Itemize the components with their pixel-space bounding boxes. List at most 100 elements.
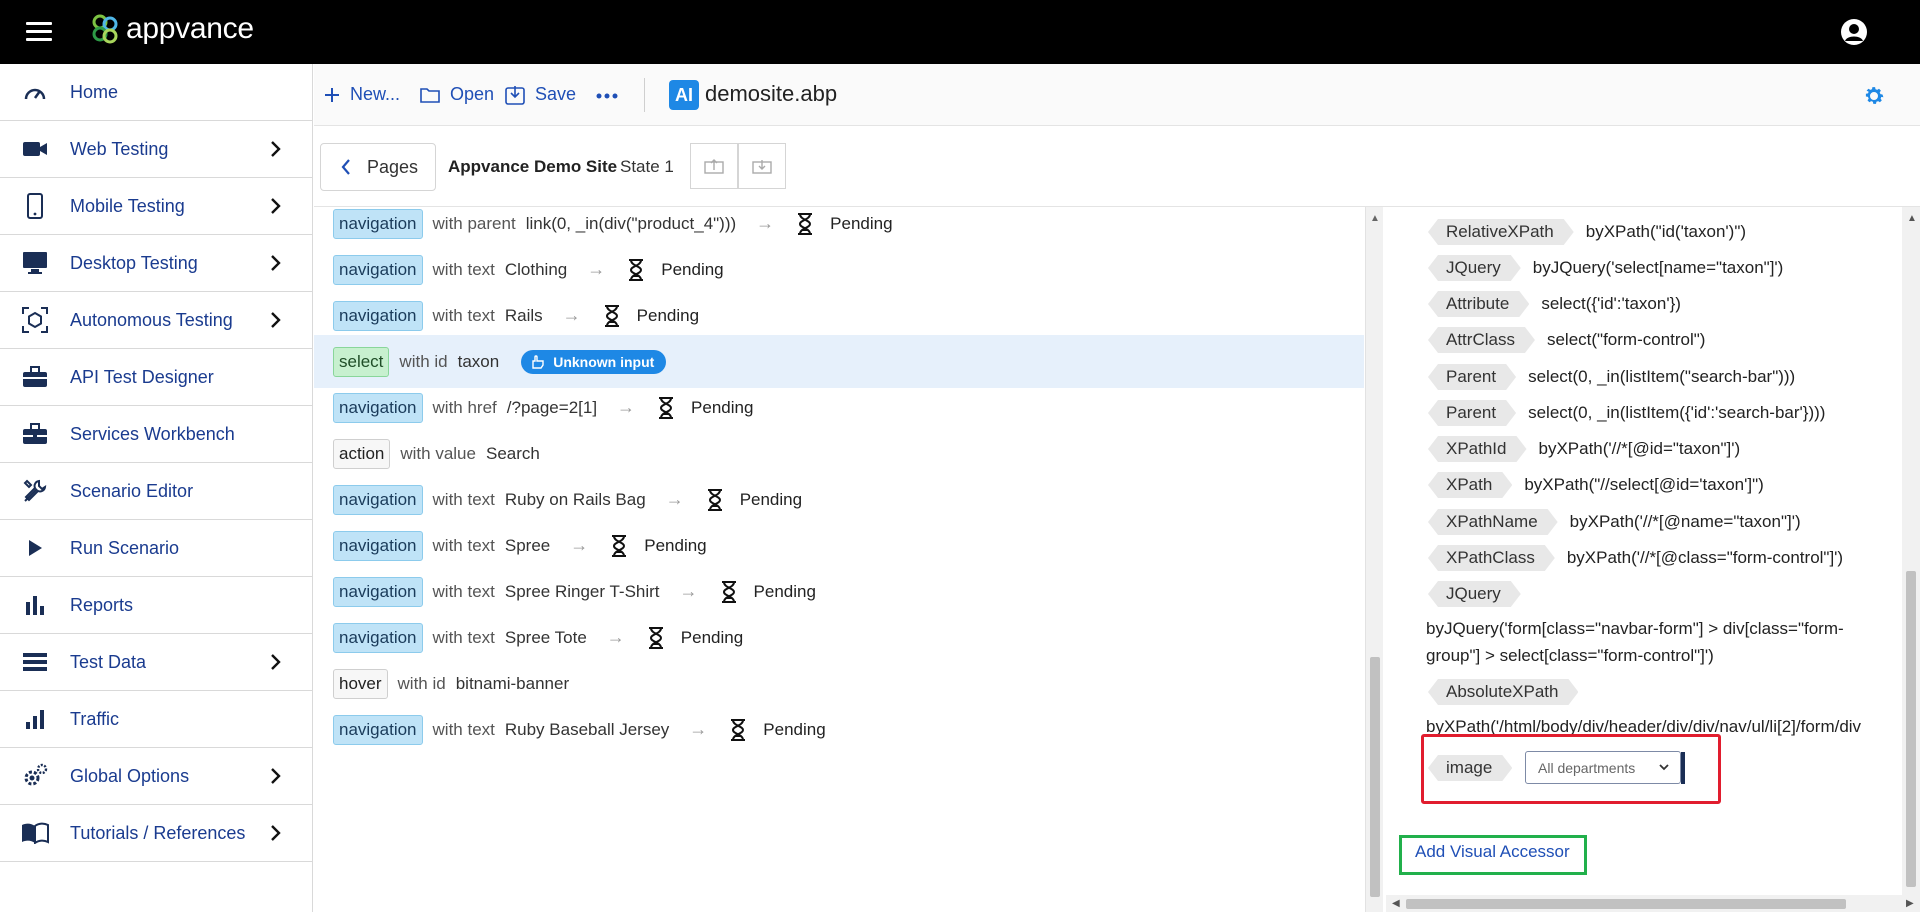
chevron-right-icon[interactable] [266, 254, 284, 272]
site-name: Appvance Demo Site [448, 157, 618, 176]
accessor-type-tag: XPathId [1428, 436, 1527, 462]
step-type-tag[interactable]: navigation [333, 300, 423, 331]
sidebar-item-scenario-editor[interactable]: Scenario Editor [0, 463, 312, 520]
chevron-right-icon[interactable] [266, 311, 284, 329]
sidebar-item-reports[interactable]: Reports [0, 577, 312, 634]
sidebar-item-desktop-testing[interactable]: Desktop Testing [0, 235, 312, 292]
step-locator-value: link(0, _in(div("product_4"))) [525, 213, 737, 233]
accessor-value: byXPath("//select[@id='taxon']") [1524, 475, 1764, 494]
sidebar-item-label: Tutorials / References [70, 822, 246, 843]
step-status: Pending [636, 305, 700, 325]
step-list-scrollbar[interactable]: ▲ [1365, 207, 1383, 912]
sidebar-item-label: Web Testing [70, 138, 169, 159]
accessor-row[interactable]: AttrClass select("form-control") [1386, 327, 1902, 353]
sidebar-item-home[interactable]: Home [0, 64, 312, 121]
appvance-logo-icon [92, 14, 118, 44]
save-label: Save [535, 84, 577, 104]
open-button[interactable]: Open [420, 84, 494, 105]
sidebar-item-global-options[interactable]: Global Options [0, 748, 312, 805]
chevron-right-icon[interactable] [266, 653, 284, 671]
app-logo[interactable]: appvance [88, 12, 254, 46]
scroll-up-arrow-icon[interactable]: ▲ [1370, 213, 1380, 224]
step-row[interactable]: navigation with text Ruby Baseball Jersey →… [314, 703, 1364, 756]
accessor-row[interactable]: XPathClass byXPath('//*[@class="form-cont… [1386, 545, 1902, 571]
accessor-row[interactable]: JQuery byJQuery('select[name="taxon"]') [1386, 255, 1902, 281]
sidebar-item-mobile-testing[interactable]: Mobile Testing [0, 178, 312, 235]
accessor-row[interactable]: XPath byXPath("//select[@id='taxon']") [1386, 472, 1902, 498]
sidebar-item-tutorials-references[interactable]: Tutorials / References [0, 805, 312, 862]
sidebar-item-traffic[interactable]: Traffic [0, 691, 312, 748]
download-save-icon [505, 85, 525, 105]
step-locator-kind: with text [432, 627, 495, 647]
download-button[interactable] [738, 143, 786, 189]
more-options-button[interactable] [596, 93, 628, 99]
accessor-type-tag: JQuery [1428, 255, 1521, 281]
accessor-row[interactable]: AbsoluteXPath [1386, 679, 1902, 705]
accessor-row[interactable]: RelativeXPath byXPath("id('taxon')") [1386, 219, 1902, 245]
accessor-type-tag: XPathClass [1428, 545, 1555, 571]
scrollbar-thumb[interactable] [1406, 899, 1846, 909]
settings-gear-icon[interactable] [1862, 84, 1886, 108]
sidebar-item-api-test-designer[interactable]: API Test Designer [0, 349, 312, 406]
sidebar-item-test-data[interactable]: Test Data [0, 634, 312, 691]
accessor-value: byXPath('//*[@name="taxon"]') [1569, 512, 1801, 531]
sidebar-item-autonomous-testing[interactable]: Autonomous Testing [0, 292, 312, 349]
accessor-type-tag: RelativeXPath [1428, 219, 1574, 245]
step-locator-kind: with id [397, 673, 446, 693]
accessor-panel-vertical-scrollbar[interactable]: ▲ [1902, 207, 1920, 897]
save-button[interactable]: Save [505, 84, 576, 105]
new-button[interactable]: New... [324, 84, 400, 105]
step-status: Pending [830, 213, 893, 233]
upload-button[interactable] [690, 143, 738, 189]
image-accessor-preview[interactable]: All departments [1525, 751, 1681, 784]
step-type-tag[interactable]: navigation [333, 484, 423, 515]
step-locator-kind: with text [432, 581, 495, 601]
step-locator-value: Rails [504, 305, 543, 325]
scroll-up-arrow-icon[interactable]: ▲ [1907, 213, 1917, 224]
step-type-tag[interactable]: navigation [333, 208, 423, 239]
menu-icon[interactable] [26, 22, 52, 42]
add-visual-accessor-link[interactable]: Add Visual Accessor [1415, 842, 1570, 862]
scroll-left-arrow-icon[interactable]: ◀ [1392, 898, 1400, 909]
accessor-row[interactable]: XPathId byXPath('//*[@id="taxon"]') [1386, 436, 1902, 462]
arrow-right-icon: → [679, 581, 698, 601]
arrow-right-icon: → [665, 489, 684, 509]
step-type-tag[interactable]: action [333, 438, 391, 469]
chevron-right-icon[interactable] [266, 767, 284, 785]
chevron-right-icon[interactable] [266, 197, 284, 215]
hourglass-icon [731, 718, 746, 741]
accessor-row[interactable]: JQuery [1386, 581, 1902, 607]
step-type-tag[interactable]: navigation [333, 254, 423, 285]
gears-icon [20, 761, 50, 791]
chevron-right-icon[interactable] [266, 824, 284, 842]
accessor-row[interactable]: Attribute select({'id':'taxon'}) [1386, 291, 1902, 317]
step-locator-value: Search [485, 443, 540, 463]
step-type-tag[interactable]: select [333, 346, 390, 377]
accessor-row[interactable]: Parent select(0, _in(listItem("search-bar… [1386, 364, 1902, 390]
step-type-tag[interactable]: navigation [333, 576, 423, 607]
tools-icon [20, 476, 50, 506]
accessor-row[interactable]: Parent select(0, _in(listItem({'id':'sear… [1386, 400, 1902, 426]
step-type-tag[interactable]: navigation [333, 622, 423, 653]
accessor-panel-horizontal-scrollbar[interactable]: ◀ ▶ [1386, 895, 1920, 912]
hourglass-icon [612, 534, 627, 557]
scrollbar-thumb[interactable] [1906, 571, 1916, 887]
accessor-row[interactable]: XPathName byXPath('//*[@name="taxon"]') [1386, 509, 1902, 535]
scrollbar-thumb[interactable] [1370, 657, 1380, 897]
step-type-tag[interactable]: hover [333, 668, 388, 699]
list-icon [20, 647, 50, 677]
step-locator-kind: with text [432, 535, 495, 555]
unknown-input-badge[interactable]: Unknown input [521, 349, 667, 374]
sidebar-item-run-scenario[interactable]: Run Scenario [0, 520, 312, 577]
chevron-right-icon[interactable] [266, 140, 284, 158]
step-type-tag[interactable]: navigation [333, 714, 423, 745]
pages-back-button[interactable]: Pages [320, 143, 436, 191]
accessor-type-tag: AttrClass [1428, 327, 1535, 353]
step-type-tag[interactable]: navigation [333, 530, 423, 561]
sidebar-item-services-workbench[interactable]: Services Workbench [0, 406, 312, 463]
user-account-icon[interactable] [1840, 18, 1868, 46]
sidebar-item-web-testing[interactable]: Web Testing [0, 121, 312, 178]
scroll-right-arrow-icon[interactable]: ▶ [1906, 898, 1914, 909]
sidebar-item-label: Services Workbench [70, 423, 235, 444]
step-type-tag[interactable]: navigation [333, 392, 423, 423]
